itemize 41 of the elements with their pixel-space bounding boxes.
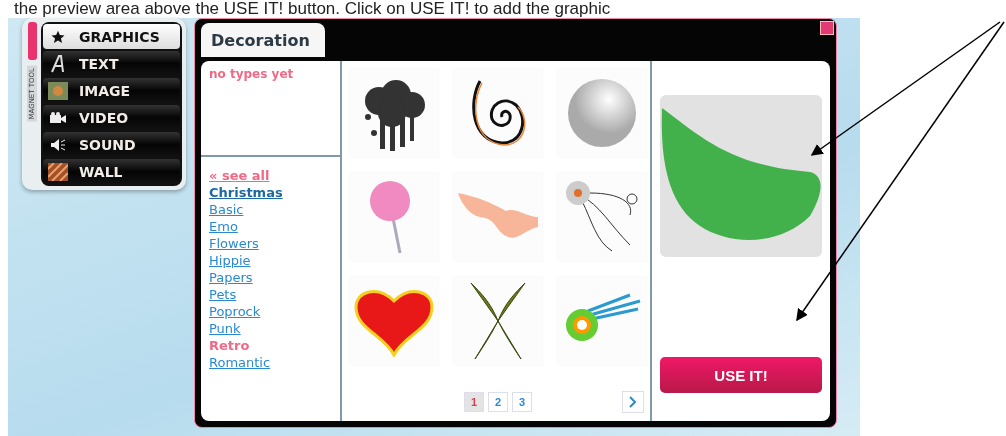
category-link[interactable]: Flowers [209, 235, 259, 252]
dialog-tab[interactable]: Decoration [201, 23, 325, 57]
caption-text: the preview area above the USE IT! button. Click on USE IT! to add the graphic [13, 0, 612, 18]
category-link[interactable]: Christmas [209, 184, 283, 201]
tool-menu-item[interactable]: VIDEO [43, 105, 180, 130]
tool-menu-item[interactable]: SOUND [43, 132, 180, 157]
graphic-thumbnail[interactable] [454, 277, 542, 365]
star-icon [51, 29, 65, 44]
graphic-thumbnail[interactable] [558, 69, 646, 157]
camera-icon [49, 111, 67, 124]
tool-menu-item[interactable]: TEXT [43, 51, 180, 76]
use-it-button[interactable]: USE IT! [660, 357, 822, 393]
graphic-thumbnail[interactable] [350, 277, 438, 365]
category-link[interactable]: Basic [209, 201, 244, 218]
photo-icon [48, 81, 68, 100]
next-page-button[interactable] [622, 391, 644, 413]
letter-a-icon [50, 54, 66, 73]
pattern-icon [48, 162, 68, 181]
handle-bar[interactable] [27, 22, 37, 60]
page-button[interactable]: 3 [512, 392, 532, 412]
category-link[interactable]: Hippie [209, 252, 251, 269]
category-link[interactable]: Papers [209, 269, 253, 286]
category-link[interactable]: Poprock [209, 303, 261, 320]
chevron-right-icon [629, 396, 637, 408]
category-link[interactable]: Romantic [209, 354, 271, 371]
graphic-thumbnail[interactable] [350, 173, 438, 261]
tool-menu-item[interactable]: WALL [43, 159, 180, 184]
category-link[interactable]: Retro [209, 337, 250, 354]
empty-types-note: no types yet [209, 67, 294, 81]
category-link[interactable]: Pets [209, 286, 237, 303]
graphic-thumbnail[interactable] [454, 173, 542, 261]
close-button[interactable] [820, 21, 834, 35]
graphic-thumbnail[interactable] [558, 277, 646, 365]
page-button[interactable]: 2 [488, 392, 508, 412]
speaker-icon [50, 137, 66, 152]
tool-menu-item[interactable]: GRAPHICS [43, 24, 180, 49]
tool-menu-item[interactable]: IMAGE [43, 78, 180, 103]
category-link[interactable]: Emo [209, 218, 238, 235]
page-button[interactable]: 1 [464, 392, 484, 412]
category-link[interactable]: « see all [209, 167, 270, 184]
category-link[interactable]: Punk [209, 320, 241, 337]
